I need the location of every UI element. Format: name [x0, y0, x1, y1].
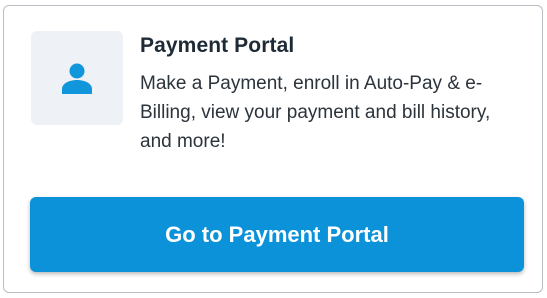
- card-title: Payment Portal: [140, 34, 295, 57]
- payment-portal-card: Payment Portal Make a Payment, enroll in…: [3, 5, 543, 293]
- user-icon: [62, 63, 92, 94]
- go-to-payment-portal-button[interactable]: Go to Payment Portal: [30, 197, 524, 272]
- card-description: Make a Payment, enroll in Auto-Pay & e-B…: [140, 73, 491, 152]
- icon-tile: [31, 31, 123, 125]
